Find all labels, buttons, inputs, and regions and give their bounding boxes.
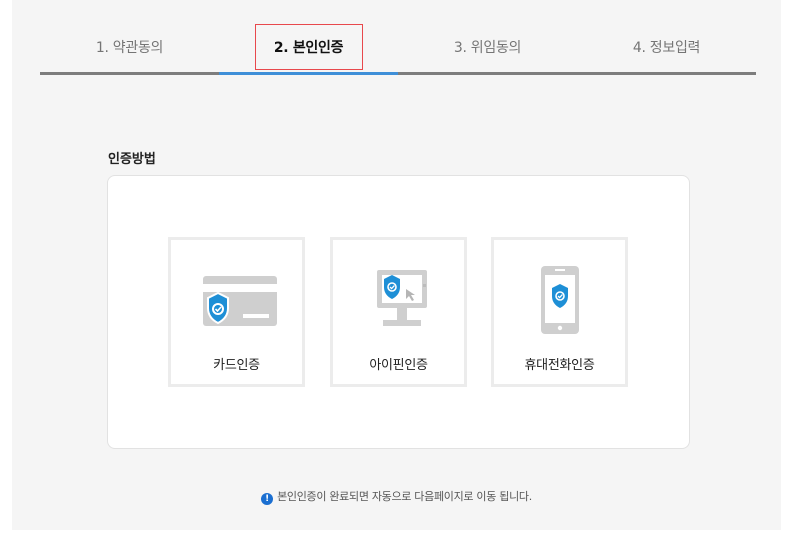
step-bar bbox=[577, 72, 756, 75]
option-label: 아이핀인증 bbox=[369, 358, 428, 373]
step-label: 1. 약관동의 bbox=[95, 40, 164, 56]
info-icon: ! bbox=[261, 493, 274, 505]
step-label: 4. 정보입력 bbox=[632, 40, 701, 56]
monitor-shield-icon bbox=[333, 258, 464, 340]
active-step-highlight bbox=[255, 24, 363, 70]
step-bar bbox=[398, 72, 577, 75]
step-bar bbox=[40, 72, 219, 75]
card-auth-button[interactable]: 카드인증 bbox=[168, 237, 305, 387]
credit-card-shield-icon bbox=[171, 258, 302, 340]
notice-text: 본인인증이 완료되면 자동으로 다음페이지로 이동 됩니다. bbox=[277, 490, 532, 503]
step-info-input[interactable]: 4. 정보입력 bbox=[577, 0, 756, 78]
auto-redirect-notice: ! 본인인증이 완료되면 자동으로 다음페이지로 이동 됩니다. bbox=[0, 488, 793, 505]
option-label: 카드인증 bbox=[213, 358, 260, 373]
step-indicator: 1. 약관동의 2. 본인인증 3. 위임동의 4. 정보입력 bbox=[40, 0, 756, 78]
option-label: 휴대전화인증 bbox=[524, 358, 595, 373]
section-title: 인증방법 bbox=[108, 152, 156, 167]
step-delegation[interactable]: 3. 위임동의 bbox=[398, 0, 577, 78]
ipin-auth-button[interactable]: 아이핀인증 bbox=[330, 237, 467, 387]
step-bar-active bbox=[219, 72, 398, 75]
phone-shield-icon bbox=[494, 258, 625, 340]
mobile-auth-button[interactable]: 휴대전화인증 bbox=[491, 237, 628, 387]
step-terms[interactable]: 1. 약관동의 bbox=[40, 0, 219, 78]
step-label: 3. 위임동의 bbox=[453, 40, 522, 56]
